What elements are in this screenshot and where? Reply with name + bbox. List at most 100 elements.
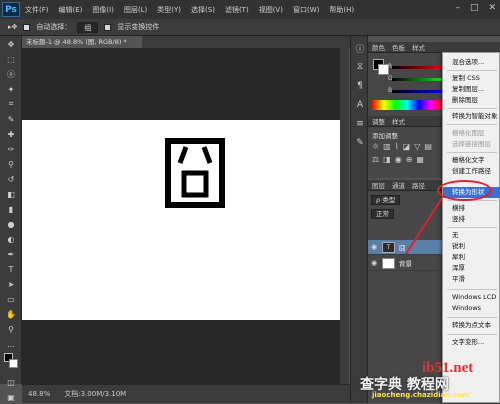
- tab-color[interactable]: 颜色: [372, 42, 385, 52]
- close-button[interactable]: ✕: [488, 3, 496, 13]
- menu-item-windows-lcd[interactable]: Windows LCD: [443, 292, 500, 303]
- menu-filter[interactable]: 滤镜(T): [220, 5, 254, 15]
- menu-item-vertical[interactable]: 竖排: [443, 214, 500, 225]
- document-tab[interactable]: 未标题-1 @ 48.8% (图, RGB/8) *: [22, 36, 142, 48]
- levels-icon[interactable]: ▥: [383, 142, 391, 151]
- visibility-eye-icon[interactable]: ◉: [371, 259, 378, 267]
- tab-adjustments[interactable]: 调整: [372, 116, 385, 126]
- screen-mode-icon[interactable]: ▣: [2, 390, 20, 404]
- auto-select-checkbox[interactable]: [23, 23, 31, 31]
- channel-mixer-icon[interactable]: ⊕: [406, 155, 413, 164]
- menu-item-delete-layer[interactable]: 删除图层: [443, 95, 500, 106]
- balance-icon[interactable]: ⚖: [372, 155, 379, 164]
- curves-icon[interactable]: ⌇: [395, 142, 399, 151]
- tab-swatches[interactable]: 色板: [392, 42, 405, 52]
- magic-wand-tool-icon[interactable]: ✦: [2, 82, 20, 96]
- layer-row[interactable]: ◉ 背景: [368, 256, 443, 271]
- quick-mask-icon[interactable]: ◫: [2, 375, 20, 389]
- kind-filter-dropdown[interactable]: ρ 类型: [371, 194, 401, 205]
- bw-icon[interactable]: ◨: [383, 155, 391, 164]
- history-brush-tool-icon[interactable]: ↺: [2, 172, 20, 186]
- shape-tool-icon[interactable]: ▭: [2, 292, 20, 306]
- menu-item-warp-text[interactable]: 文字变形...: [443, 337, 500, 348]
- maximize-button[interactable]: □: [470, 3, 479, 13]
- eraser-tool-icon[interactable]: ◧: [2, 187, 20, 201]
- gradient-tool-icon[interactable]: ▮: [2, 202, 20, 216]
- menu-select[interactable]: 选择(S): [186, 5, 220, 15]
- options-bar: ▸✥ 自动选择： 组 显示变换控件: [0, 19, 500, 36]
- menu-window[interactable]: 窗口(W): [288, 5, 324, 15]
- brushes-icon[interactable]: ✎: [353, 136, 367, 150]
- zoom-tool-icon[interactable]: ⚲: [2, 322, 20, 336]
- menu-image[interactable]: 图像(I): [87, 5, 119, 15]
- jiong-glyph: [165, 138, 225, 208]
- clone-stamp-tool-icon[interactable]: ⚲: [2, 157, 20, 171]
- visibility-eye-icon[interactable]: ◉: [371, 243, 378, 251]
- canvas-vertical-scrollbar[interactable]: [340, 48, 349, 384]
- type-tool-icon[interactable]: T: [2, 262, 20, 276]
- photo-filter-icon[interactable]: ◉: [395, 155, 402, 164]
- menu-item-create-work-path[interactable]: 创建工作路径: [443, 166, 500, 177]
- menu-item-aa-smooth[interactable]: 平滑: [443, 274, 500, 285]
- b-slider[interactable]: [392, 90, 446, 93]
- character-icon[interactable]: A: [353, 98, 367, 112]
- path-selection-tool-icon[interactable]: ➤: [2, 277, 20, 291]
- properties-icon[interactable]: ≡: [353, 117, 367, 131]
- show-transform-checkbox[interactable]: [104, 23, 112, 31]
- minimize-button[interactable]: –: [455, 3, 460, 13]
- crop-tool-icon[interactable]: ⌗: [2, 97, 20, 111]
- color-spectrum[interactable]: [372, 100, 442, 110]
- exposure-icon[interactable]: ◪: [403, 142, 411, 151]
- menu-help[interactable]: 帮助(H): [324, 5, 359, 15]
- g-slider[interactable]: [392, 78, 446, 81]
- auto-select-dropdown[interactable]: 组: [77, 21, 99, 33]
- r-slider[interactable]: [392, 66, 446, 69]
- menu-type[interactable]: 类型(Y): [152, 5, 186, 15]
- blur-tool-icon[interactable]: ●: [2, 217, 20, 231]
- menu-item-aa-none[interactable]: 无: [443, 230, 500, 241]
- menu-layer[interactable]: 图层(L): [119, 5, 152, 15]
- tab-layers[interactable]: 图层: [372, 180, 385, 190]
- menu-item-windows[interactable]: Windows: [443, 303, 500, 314]
- blend-mode-dropdown[interactable]: 正常: [371, 209, 394, 219]
- menu-item-aa-sharp[interactable]: 锐利: [443, 241, 500, 252]
- menu-item-aa-crisp[interactable]: 犀利: [443, 252, 500, 263]
- menu-edit[interactable]: 编辑(E): [54, 5, 88, 15]
- lookup-icon[interactable]: ▦: [416, 155, 424, 164]
- paragraph-icon[interactable]: ¶: [353, 79, 367, 93]
- pen-tool-icon[interactable]: ✒: [2, 247, 20, 261]
- info-icon[interactable]: ⓘ: [353, 41, 367, 55]
- more-tools-icon[interactable]: …: [2, 337, 20, 351]
- tab-paths[interactable]: 路径: [412, 180, 425, 190]
- menu-item-copy-css[interactable]: 复制 CSS: [443, 73, 500, 84]
- brush-tool-icon[interactable]: ✑: [2, 142, 20, 156]
- menu-item-rasterize-type[interactable]: 栅格化文字: [443, 155, 500, 166]
- dodge-tool-icon[interactable]: ◐: [2, 232, 20, 246]
- menu-file[interactable]: 文件(F): [20, 5, 54, 15]
- menu-item-convert-point-text[interactable]: 转换为点文本: [443, 320, 500, 331]
- menu-item-blending-options[interactable]: 混合选项...: [443, 57, 500, 68]
- history-icon[interactable]: ⧖: [353, 60, 367, 74]
- brightness-icon[interactable]: ☼: [372, 142, 379, 151]
- move-tool-icon[interactable]: ✥: [2, 37, 20, 51]
- tab-styles[interactable]: 样式: [412, 42, 425, 52]
- menu-item-convert-smart-object[interactable]: 转换为智能对象: [443, 111, 500, 122]
- eyedropper-tool-icon[interactable]: ✎: [2, 112, 20, 126]
- hand-tool-icon[interactable]: ✋: [2, 307, 20, 321]
- move-tool-icon[interactable]: ▸✥: [8, 23, 17, 31]
- marquee-tool-icon[interactable]: ⬚: [2, 52, 20, 66]
- healing-brush-tool-icon[interactable]: ✚: [2, 127, 20, 141]
- tab-channels[interactable]: 通道: [392, 180, 405, 190]
- menu-view[interactable]: 视图(V): [254, 5, 288, 15]
- layer-name[interactable]: 背景: [399, 258, 412, 268]
- background-color-swatch[interactable]: [9, 359, 18, 368]
- menu-item-aa-strong[interactable]: 浑厚: [443, 263, 500, 274]
- vibrance-icon[interactable]: ▽: [414, 142, 420, 151]
- lasso-tool-icon[interactable]: ⓞ: [2, 67, 20, 81]
- menu-item-horizontal[interactable]: 横排: [443, 203, 500, 214]
- hue-icon[interactable]: ▤: [424, 142, 432, 151]
- zoom-readout[interactable]: 48.8%: [28, 390, 50, 398]
- color-swatches[interactable]: [2, 353, 19, 373]
- tab-adjust-styles[interactable]: 样式: [392, 116, 405, 126]
- menu-item-duplicate-layer[interactable]: 复制图层...: [443, 84, 500, 95]
